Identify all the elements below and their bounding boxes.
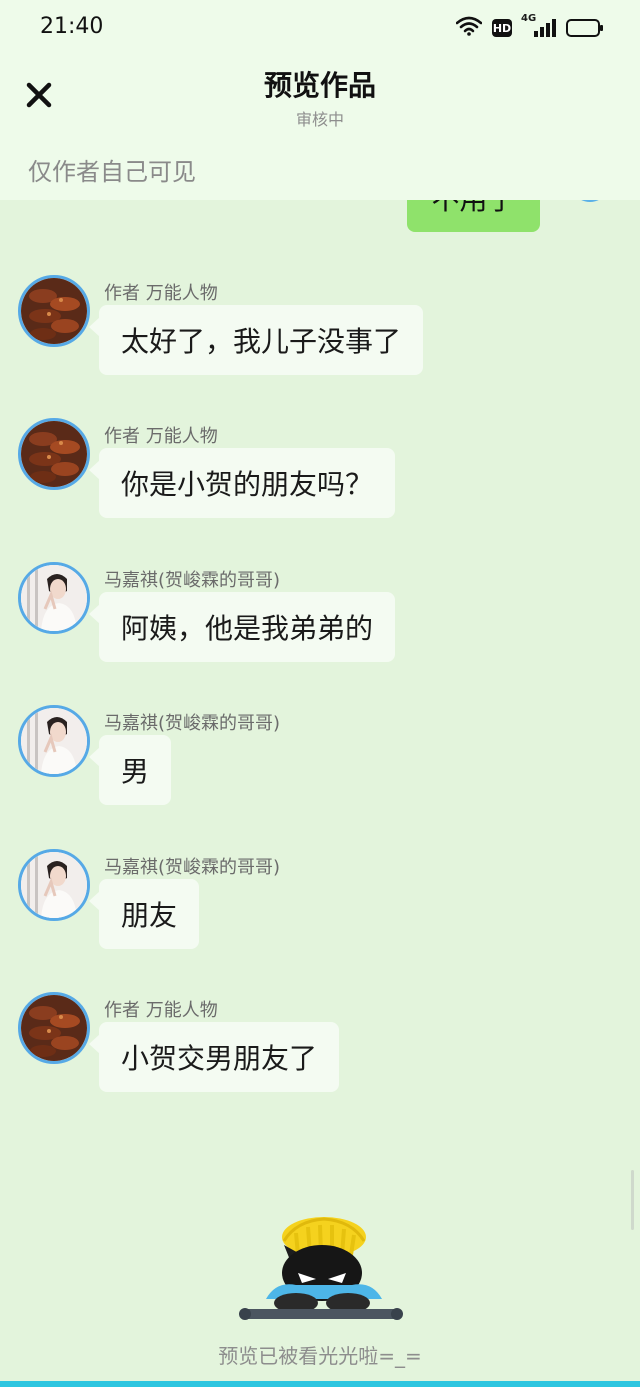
signal-4g-icon: 4G bbox=[521, 13, 556, 37]
hd-icon: HD bbox=[492, 19, 512, 37]
food-avatar[interactable] bbox=[18, 418, 90, 490]
sender-name: 马嘉祺(贺峻霖的哥哥) bbox=[104, 713, 281, 734]
person-avatar[interactable] bbox=[18, 849, 90, 921]
message-bubble[interactable]: 朋友 bbox=[88, 879, 200, 949]
status-icons: HD 4G bbox=[455, 13, 603, 40]
message-text: 男 bbox=[121, 755, 150, 788]
sender-name: 马嘉祺(贺峻霖的哥哥) bbox=[104, 570, 281, 591]
message-item: 作者 万能人物 你是小贺的朋友吗？ bbox=[0, 418, 640, 528]
status-bar: 21:40 HD 4G bbox=[0, 0, 640, 56]
footer-text: 预览已被看光光啦=_= bbox=[218, 1344, 422, 1368]
message-item: 作者 万能人物 小贺交男朋友了 bbox=[0, 992, 640, 1102]
message-text: 太好了，我儿子没事了 bbox=[121, 325, 402, 358]
sender-name: 作者 万能人物 bbox=[104, 283, 218, 304]
message-item: 马嘉祺(贺峻霖的哥哥) 朋友 bbox=[0, 849, 640, 959]
sender-name: 作者 万能人物 bbox=[104, 1000, 218, 1021]
review-status: 审核中 bbox=[295, 110, 344, 129]
preview-header: 21:40 HD 4G 预览作品 审核中 仅作者自己可见 bbox=[0, 0, 640, 200]
scroll-indicator[interactable] bbox=[631, 1170, 634, 1230]
person-avatar[interactable] bbox=[18, 562, 90, 634]
sender-name: 作者 万能人物 bbox=[104, 426, 218, 447]
message-item: 马嘉祺(贺峻霖的哥哥) 男 bbox=[0, 705, 640, 815]
message-bubble[interactable]: 太好了，我儿子没事了 bbox=[88, 305, 424, 375]
person-avatar[interactable] bbox=[18, 705, 90, 777]
message-text: 阿姨，他是我弟弟的 bbox=[121, 612, 374, 645]
message-text: 朋友 bbox=[121, 899, 178, 932]
food-avatar[interactable] bbox=[18, 992, 90, 1064]
food-avatar[interactable] bbox=[18, 275, 90, 347]
status-time: 21:40 bbox=[40, 14, 104, 39]
bottom-accent-line bbox=[0, 1381, 640, 1387]
message-item: 作者 万能人物 太好了，我儿子没事了 bbox=[0, 275, 640, 385]
message-item: 马嘉祺(贺峻霖的哥哥) 阿姨，他是我弟弟的 bbox=[0, 562, 640, 672]
message-bubble[interactable]: 小贺交男朋友了 bbox=[88, 1022, 340, 1092]
visibility-note: 仅作者自己可见 bbox=[28, 158, 196, 186]
message-bubble[interactable]: 男 bbox=[88, 735, 172, 805]
network-label: 4G bbox=[521, 13, 537, 24]
message-bubble[interactable]: 你是小贺的朋友吗？ bbox=[88, 448, 396, 518]
mascot-icon bbox=[236, 1215, 406, 1327]
battery-icon bbox=[566, 19, 603, 37]
message-bubble[interactable]: 阿姨，他是我弟弟的 bbox=[88, 592, 396, 662]
sender-name: 马嘉祺(贺峻霖的哥哥) bbox=[104, 857, 281, 878]
wifi-icon bbox=[455, 16, 483, 40]
message-text: 小贺交男朋友了 bbox=[121, 1042, 318, 1075]
page-title: 预览作品 bbox=[263, 69, 376, 102]
message-text: 你是小贺的朋友吗？ bbox=[121, 468, 374, 501]
